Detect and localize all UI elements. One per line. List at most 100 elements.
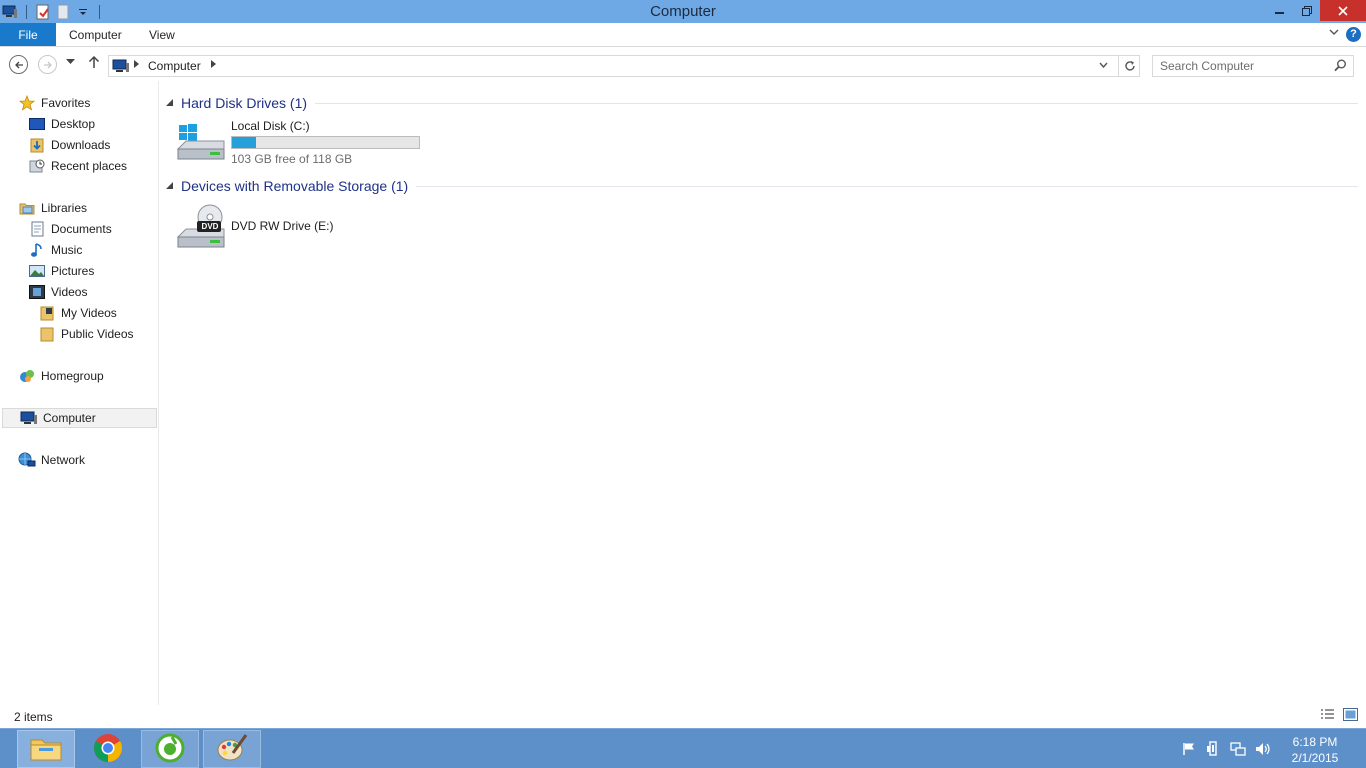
taskbar-paint[interactable] [203,730,261,768]
drive-info: Local Disk (C:) 103 GB free of 118 GB [231,119,420,166]
group-title: Hard Disk Drives (1) [181,95,308,111]
drive-usage-bar [231,136,420,149]
nav-documents-label: Documents [51,222,112,236]
close-button[interactable] [1320,0,1366,21]
nav-network[interactable]: Network [18,450,85,470]
window-controls [1266,0,1366,21]
tab-file[interactable]: File [0,23,56,46]
star-icon [18,95,36,111]
search-box[interactable] [1152,55,1354,77]
videos-icon [28,284,46,300]
folder-icon [38,326,56,342]
breadcrumb-computer[interactable]: Computer [148,59,201,73]
group-header-removable-storage[interactable]: Devices with Removable Storage (1) [166,176,1358,196]
large-icons-view-icon[interactable] [1343,708,1358,724]
collapse-group-icon[interactable] [166,98,181,108]
nav-videos-label: Videos [51,285,88,299]
search-icon[interactable] [1334,59,1347,75]
nav-desktop-label: Desktop [51,117,96,131]
collapse-group-icon[interactable] [166,181,181,191]
nav-my-videos-label: My Videos [61,306,117,320]
nav-pictures-label: Pictures [51,264,95,278]
nav-favorites[interactable]: Favorites [18,93,90,113]
nav-public-videos-label: Public Videos [61,327,134,341]
my-videos-folder-icon [38,305,56,321]
dvd-drive-icon: DVD [176,203,228,251]
item-count: 2 items [14,710,53,724]
documents-icon [28,221,46,237]
navigation-bar: Computer [0,47,1366,81]
title-bar: Computer [0,0,1366,23]
nav-network-label: Network [41,453,86,467]
nav-homegroup-label: Homegroup [41,369,104,383]
group-header-hard-disk-drives[interactable]: Hard Disk Drives (1) [166,93,1358,113]
drive-info: DVD RW Drive (E:) [231,203,333,251]
nav-music-label: Music [51,243,83,257]
music-icon [28,242,46,258]
expand-ribbon-icon[interactable] [1329,27,1339,39]
up-button[interactable] [88,55,100,73]
taskbar-file-explorer[interactable] [17,730,75,768]
power-plug-icon[interactable] [1205,741,1221,760]
navigation-pane: Favorites Desktop Downloads Recent place… [0,81,159,705]
help-icon[interactable]: ? [1346,27,1361,42]
action-center-flag-icon[interactable] [1182,742,1196,759]
forward-button[interactable] [38,55,57,74]
nav-music[interactable]: Music [28,240,82,260]
details-view-icon[interactable] [1320,708,1335,724]
clock-date: 2/1/2015 [1291,751,1339,765]
search-input[interactable] [1160,57,1330,75]
homegroup-icon [18,368,36,384]
file-explorer-icon [29,734,63,765]
taskbar-clock[interactable]: 6:18 PM 2/1/2015 [1280,734,1350,766]
nav-videos[interactable]: Videos [28,282,87,302]
drive-dvd-rw-e[interactable]: DVD DVD RW Drive (E:) [176,203,333,251]
back-button[interactable] [9,55,28,74]
drive-local-disk-c[interactable]: Local Disk (C:) 103 GB free of 118 GB [176,119,420,166]
refresh-button[interactable] [1118,55,1140,77]
group-divider [416,185,1358,187]
paint-palette-icon [216,733,248,766]
nav-public-videos[interactable]: Public Videos [38,324,134,344]
nav-my-videos[interactable]: My Videos [38,303,117,323]
group-divider [315,102,1358,104]
minimize-button[interactable] [1266,0,1293,21]
window-title: Computer [650,3,716,20]
taskbar-app-green[interactable] [141,730,199,768]
computer-icon [112,59,130,76]
nav-libraries-label: Libraries [41,201,88,215]
dvd-badge: DVD [201,222,219,231]
hard-drive-windows-icon [176,119,228,165]
taskbar-chrome[interactable] [79,730,137,768]
nav-homegroup[interactable]: Homegroup [18,366,104,386]
pictures-icon [28,263,46,279]
group-title: Devices with Removable Storage (1) [181,178,409,194]
nav-downloads[interactable]: Downloads [28,135,110,155]
network-status-icon[interactable] [1230,741,1246,760]
nav-desktop[interactable]: Desktop [28,114,95,134]
tab-view[interactable]: View [149,23,175,46]
desktop-icon [28,116,46,132]
ribbon: File Computer View ? [0,23,1366,47]
taskbar: 6:18 PM 2/1/2015 [0,728,1366,768]
status-bar: 2 items [0,705,1366,728]
nav-pictures[interactable]: Pictures [28,261,94,281]
nav-libraries[interactable]: Libraries [18,198,87,218]
restore-button[interactable] [1293,0,1320,21]
recent-locations-icon[interactable] [66,57,75,67]
drive-free-space: 103 GB free of 118 GB [231,152,353,166]
nav-documents[interactable]: Documents [28,219,112,239]
nav-computer-label: Computer [43,411,96,425]
network-icon [18,452,36,468]
nav-recent-places[interactable]: Recent places [28,156,127,176]
nav-recent-places-label: Recent places [51,159,128,173]
address-bar[interactable]: Computer [108,55,1140,77]
drive-name: DVD RW Drive (E:) [231,219,334,233]
nav-computer[interactable]: Computer [2,408,157,428]
tab-computer[interactable]: Computer [69,23,122,46]
chevron-right-icon[interactable] [134,60,139,70]
address-dropdown-icon[interactable] [1099,60,1108,71]
system-tray [1182,741,1271,760]
volume-icon[interactable] [1255,741,1271,760]
chevron-right-icon[interactable] [211,60,216,70]
